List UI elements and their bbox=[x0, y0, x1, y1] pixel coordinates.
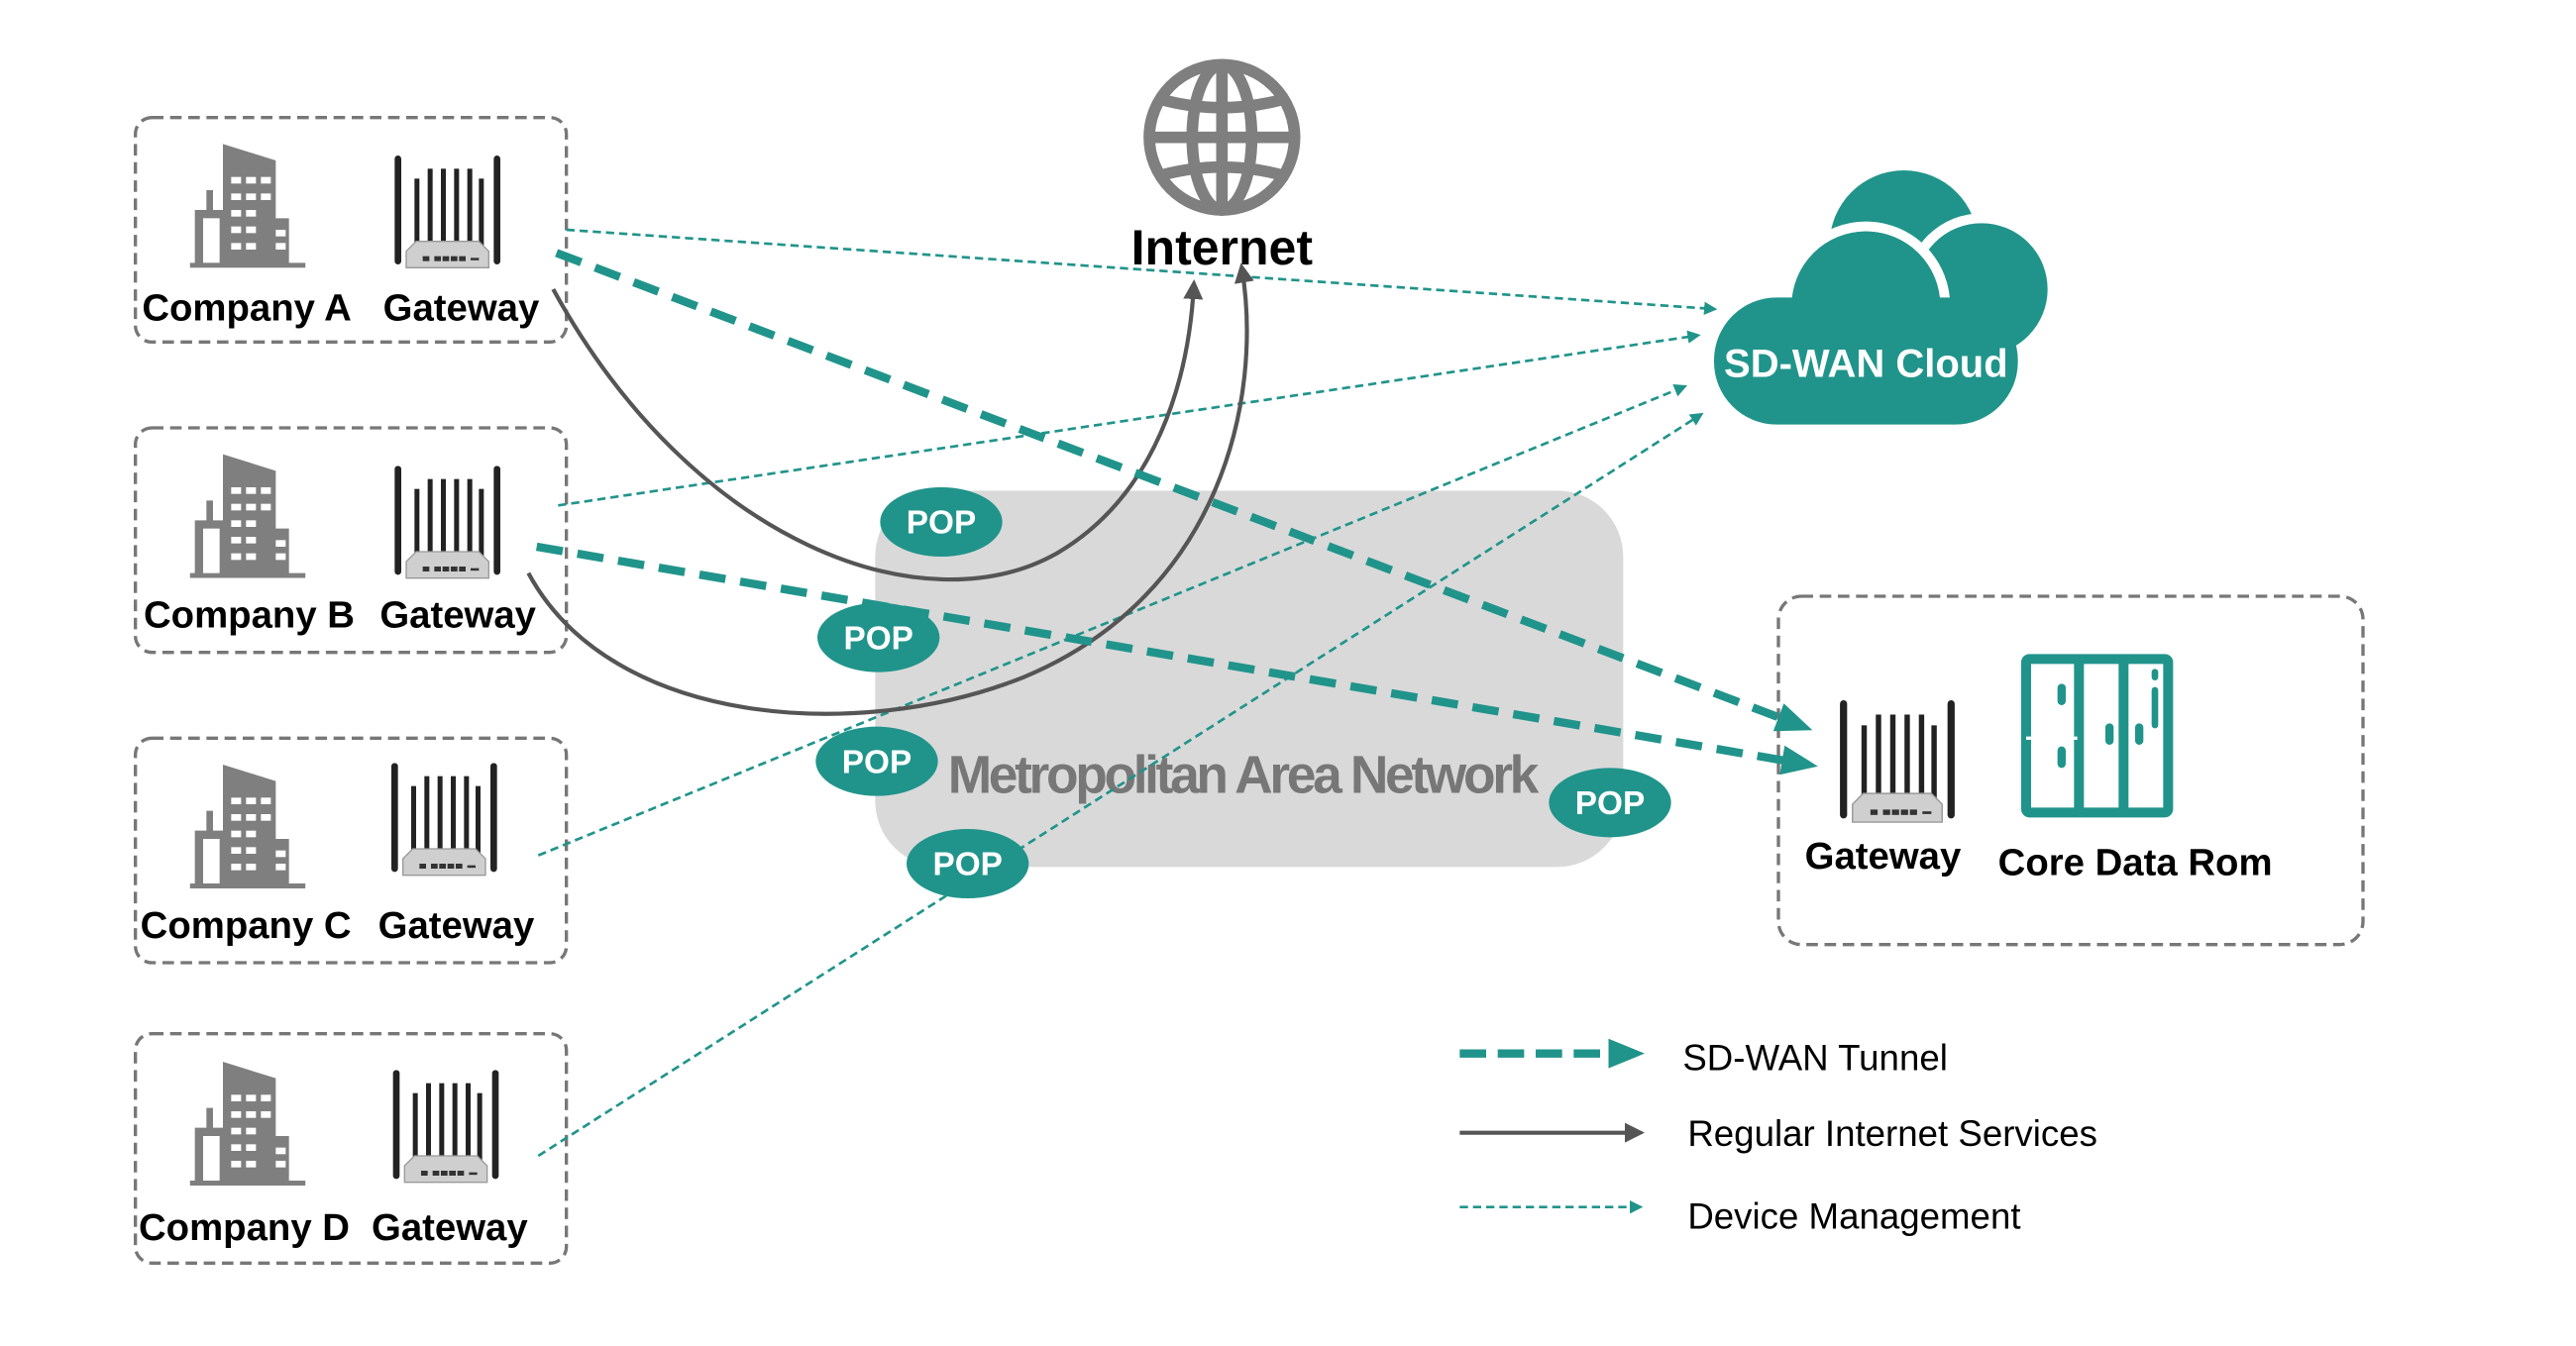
router-icon bbox=[393, 155, 501, 269]
legend-tunnel-label: SD-WAN Tunnel bbox=[1682, 1037, 1948, 1078]
building-icon bbox=[189, 1062, 306, 1186]
router-icon bbox=[393, 466, 501, 579]
datacenter-box: Gateway Core Data Rom bbox=[1776, 594, 2365, 947]
company-name: Company A bbox=[142, 287, 352, 330]
company-c-box: Company C Gateway bbox=[134, 736, 569, 965]
server-rack-icon bbox=[2021, 654, 2174, 818]
gateway-label: Gateway bbox=[1805, 835, 1962, 878]
pop-label: POP bbox=[907, 505, 976, 542]
cloud-icon bbox=[1714, 170, 2058, 425]
router-icon bbox=[391, 1070, 500, 1184]
building-icon bbox=[189, 765, 306, 888]
globe-icon bbox=[1143, 58, 1301, 216]
company-a-box: Company A Gateway bbox=[134, 115, 569, 344]
company-name: Company B bbox=[144, 594, 355, 637]
man-label: Metropolitan Area Network bbox=[948, 746, 1540, 804]
metro-area-network-region bbox=[875, 490, 1624, 868]
legend-internet-label: Regular Internet Services bbox=[1687, 1113, 2097, 1154]
building-icon bbox=[189, 454, 306, 578]
gateway-label: Gateway bbox=[378, 904, 535, 947]
core-data-room-label: Core Data Rom bbox=[1998, 842, 2273, 884]
mgmt-line-b bbox=[558, 330, 1701, 507]
company-d-box: Company D Gateway bbox=[134, 1032, 569, 1265]
legend-mgmt-label: Device Management bbox=[1687, 1195, 2020, 1236]
building-icon bbox=[189, 144, 306, 268]
company-name: Company C bbox=[141, 904, 352, 947]
legend: SD-WAN Tunnel Regular Internet Services … bbox=[1459, 1037, 2097, 1236]
company-b-box: Company B Gateway bbox=[134, 426, 569, 655]
router-icon bbox=[390, 763, 498, 877]
sd-wan-cloud-label: SD-WAN Cloud bbox=[1724, 342, 2008, 385]
company-name: Company D bbox=[139, 1206, 350, 1249]
gateway-label: Gateway bbox=[372, 1206, 528, 1249]
pop-label: POP bbox=[932, 847, 1002, 883]
gateway-label: Gateway bbox=[379, 594, 536, 637]
pop-label: POP bbox=[842, 744, 912, 780]
pop-label: POP bbox=[1575, 785, 1645, 822]
gateway-label: Gateway bbox=[383, 287, 540, 330]
internet-label: Internet bbox=[1131, 220, 1314, 275]
sdwan-diagram: Metropolitan Area Network Company A Gate… bbox=[134, 58, 2365, 1265]
router-icon bbox=[1839, 700, 1956, 823]
pop-label: POP bbox=[843, 620, 912, 657]
